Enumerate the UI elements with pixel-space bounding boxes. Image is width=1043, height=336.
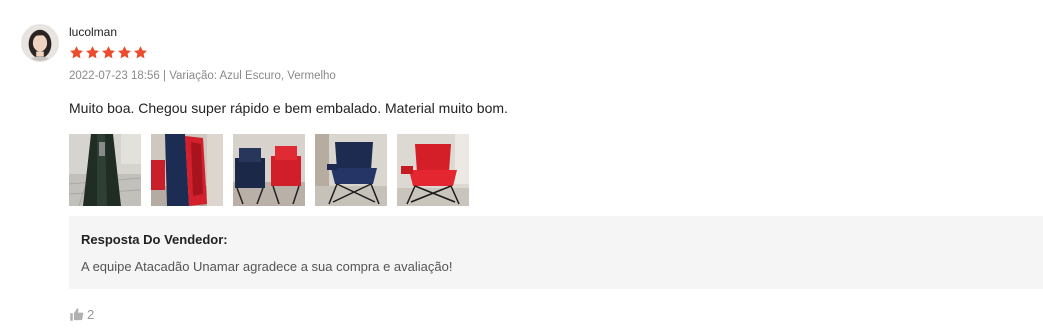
seller-reply-text: A equipe Atacadão Unamar agradece a sua … (81, 259, 453, 274)
review-variation: Variação: Azul Escuro, Vermelho (169, 70, 336, 82)
review-photo-1[interactable] (69, 134, 141, 206)
review-meta: 2022-07-23 18:56 | Variação: Azul Escuro… (69, 70, 336, 82)
review-photo-image (397, 134, 469, 206)
product-review: lucolman 2022-07-23 18:56 | Variação: Az… (0, 0, 1043, 336)
meta-separator: | (159, 70, 170, 82)
rating-stars (69, 45, 148, 60)
review-photo-2[interactable] (151, 134, 223, 206)
like-button[interactable]: 2 (69, 307, 94, 322)
star-icon (102, 46, 115, 59)
review-photos (69, 134, 469, 206)
avatar-image (22, 25, 58, 61)
star-icon (134, 46, 147, 59)
thumbs-up-icon (70, 308, 84, 321)
review-photo-image (233, 134, 305, 206)
review-photo-5[interactable] (397, 134, 469, 206)
review-photo-3[interactable] (233, 134, 305, 206)
review-photo-image (315, 134, 387, 206)
review-photo-image (151, 134, 223, 206)
user-avatar[interactable] (21, 24, 59, 62)
review-photo-4[interactable] (315, 134, 387, 206)
review-photo-image (69, 134, 141, 206)
seller-reply: Resposta Do Vendedor: A equipe Atacadão … (69, 216, 1043, 289)
star-icon (70, 46, 83, 59)
review-comment: Muito boa. Chegou super rápido e bem emb… (69, 100, 508, 116)
seller-reply-title: Resposta Do Vendedor: (81, 232, 228, 247)
star-icon (118, 46, 131, 59)
star-icon (86, 46, 99, 59)
like-count: 2 (87, 307, 95, 322)
review-date: 2022-07-23 18:56 (69, 70, 160, 82)
reviewer-name: lucolman (69, 25, 118, 39)
